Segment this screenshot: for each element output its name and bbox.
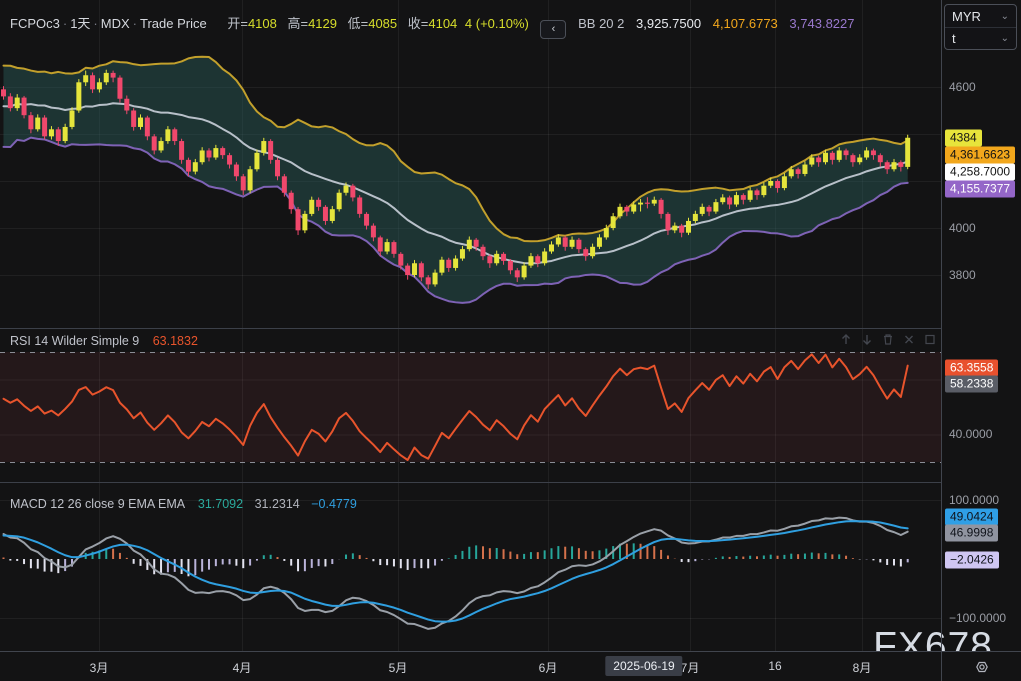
- bb-legend[interactable]: BB 20 2 3,925.7500 4,107.6773 3,743.8227: [578, 16, 854, 31]
- gear-icon: [974, 659, 990, 675]
- close-value: 4104: [428, 16, 457, 31]
- axis-tick-label: 3800: [949, 268, 976, 282]
- move-pane-down-icon[interactable]: [861, 333, 873, 346]
- time-axis-label: 5月: [389, 659, 408, 676]
- axis-price-badge: 49.0424: [945, 509, 998, 526]
- high-label: 高=: [280, 16, 308, 31]
- rsi-chart-canvas[interactable]: [0, 328, 941, 482]
- price-axis[interactable]: 4600440042004000380043844,361.66234,258.…: [941, 0, 1021, 651]
- bb-lower-value: 3,743.8227: [781, 16, 854, 31]
- macd-line-value: 31.2314: [247, 497, 300, 511]
- unit-value: t: [952, 31, 956, 46]
- axis-price-badge: 4384: [945, 130, 982, 147]
- time-axis-label: 16: [768, 659, 781, 673]
- time-axis-label: 6月: [539, 659, 558, 676]
- axis-tick-label: 100.0000: [949, 493, 999, 507]
- pane-separator-rsi[interactable]: [0, 328, 941, 329]
- chevron-left-icon: ‹: [552, 23, 556, 35]
- trading-chart-app: FCPOc3·1天·MDX·Trade Price 开=4108 高=4129 …: [0, 0, 1021, 681]
- bb-upper-value: 4,107.6773: [705, 16, 778, 31]
- axis-price-badge: −2.0426: [945, 552, 999, 569]
- low-label: 低=: [341, 16, 369, 31]
- axis-price-badge: 4,361.6623: [945, 147, 1015, 164]
- chevron-down-icon: ⌄: [1001, 33, 1009, 44]
- axis-price-badge: 4,258.7000: [945, 164, 1015, 181]
- time-axis-label: 7月: [681, 659, 700, 676]
- unit-dropdown[interactable]: t ⌄: [945, 27, 1016, 49]
- time-axis-label: 8月: [853, 659, 872, 676]
- change-value: 4 (+0.10%): [461, 16, 529, 31]
- rsi-legend[interactable]: RSI 14 Wilder Simple 9 63.1832: [10, 334, 198, 348]
- delete-pane-icon[interactable]: [882, 333, 894, 346]
- symbol-title[interactable]: FCPOc3·1天·MDX·Trade Price: [10, 16, 210, 31]
- currency-unit-selector: MYR ⌄ t ⌄: [944, 4, 1017, 50]
- axis-price-badge: 4,155.7377: [945, 181, 1015, 198]
- close-label: 收=: [401, 16, 429, 31]
- axis-tick-label: −100.0000: [949, 611, 1006, 625]
- axis-price-badge: 58.2338: [945, 376, 998, 393]
- axis-tick-label: 4000: [949, 221, 976, 235]
- low-value: 4085: [368, 16, 397, 31]
- maximize-pane-icon[interactable]: [924, 333, 936, 346]
- main-legend: FCPOc3·1天·MDX·Trade Price 开=4108 高=4129 …: [10, 13, 855, 39]
- move-pane-up-icon[interactable]: [840, 333, 852, 346]
- axis-price-badge: 46.9998: [945, 525, 998, 542]
- axis-price-badge: 63.3558: [945, 360, 998, 377]
- high-value: 4129: [308, 16, 337, 31]
- legend-collapse-button[interactable]: ‹: [540, 20, 566, 39]
- time-axis[interactable]: 3月 4月 5月 6月 7月 16 8月 2025-06-19: [0, 651, 1021, 681]
- time-axis-settings[interactable]: [941, 651, 1021, 681]
- axis-tick-label: 4600: [949, 80, 976, 94]
- pane-separator-macd[interactable]: [0, 482, 941, 483]
- open-value: 4108: [248, 16, 277, 31]
- crosshair-date-badge: 2025-06-19: [605, 656, 682, 676]
- macd-legend[interactable]: MACD 12 26 close 9 EMA EMA 31.7092 31.23…: [10, 497, 357, 511]
- chevron-down-icon: ⌄: [1001, 11, 1009, 22]
- macd-signal-value: −0.4779: [303, 497, 357, 511]
- macd-hist-value: 31.7092: [188, 497, 243, 511]
- bb-basis-value: 3,925.7500: [628, 16, 701, 31]
- time-axis-label: 3月: [90, 659, 109, 676]
- rsi-value: 63.1832: [143, 334, 198, 348]
- axis-tick-label: 40.0000: [949, 427, 992, 441]
- price-chart-canvas[interactable]: [0, 0, 941, 328]
- rsi-pane-toolbar: [840, 333, 936, 346]
- ohlc-readout: 开=4108 高=4129 低=4085 收=4104 4 (+0.10%): [210, 16, 532, 31]
- currency-value: MYR: [952, 9, 981, 24]
- currency-dropdown[interactable]: MYR ⌄: [945, 5, 1016, 27]
- open-label: 开=: [220, 16, 248, 31]
- time-axis-label: 4月: [233, 659, 252, 676]
- close-pane-icon[interactable]: [903, 333, 915, 346]
